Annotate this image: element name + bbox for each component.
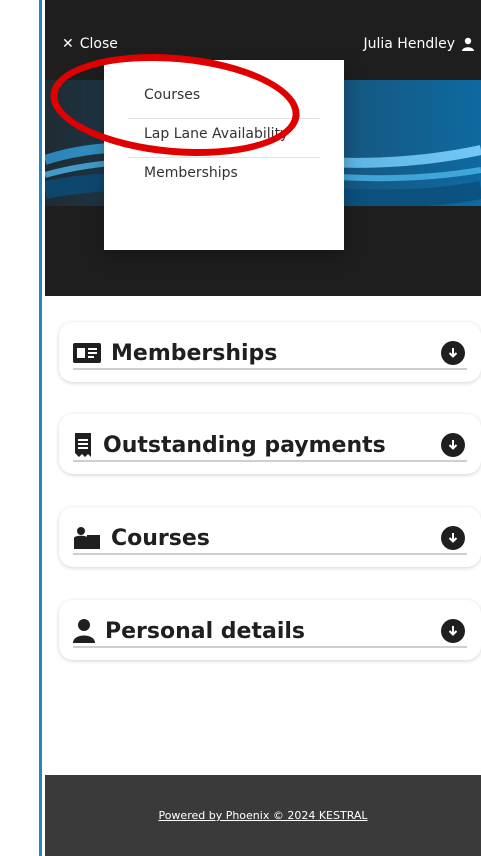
footer-powered-by-link[interactable]: Powered by Phoenix © 2024 KESTRAL bbox=[158, 809, 367, 822]
header: ✕ Close Julia Hendley Courses Lap Lane A… bbox=[45, 0, 481, 296]
memberships-card-label: Memberships bbox=[111, 340, 278, 366]
courses-card[interactable]: Courses bbox=[59, 507, 481, 567]
page-left-border bbox=[39, 0, 42, 856]
menu-item-memberships[interactable]: Memberships bbox=[128, 150, 320, 196]
outstanding-payments-card-title: Outstanding payments bbox=[73, 433, 386, 458]
memberships-card-title: Memberships bbox=[73, 341, 277, 366]
user-icon bbox=[461, 37, 475, 51]
personal-details-card-title: Personal details bbox=[73, 619, 305, 644]
id-card-icon bbox=[73, 343, 101, 363]
user-menu[interactable]: Julia Hendley bbox=[364, 36, 476, 52]
personal-details-card[interactable]: Personal details bbox=[59, 600, 481, 660]
user-name: Julia Hendley bbox=[363, 36, 456, 52]
courses-card-title: Courses bbox=[73, 526, 210, 551]
memberships-card[interactable]: Memberships bbox=[59, 322, 481, 382]
footer: Powered by Phoenix © 2024 KESTRAL bbox=[45, 775, 481, 856]
close-label: Close bbox=[79, 36, 118, 52]
personal-details-card-label: Personal details bbox=[105, 618, 306, 644]
personal-details-card-header[interactable]: Personal details bbox=[73, 616, 467, 648]
navigation-dropdown-menu: Courses Lap Lane Availability Membership… bbox=[104, 60, 344, 250]
receipt-icon bbox=[73, 433, 93, 457]
user-icon bbox=[73, 619, 95, 643]
chevron-down-icon[interactable] bbox=[441, 433, 465, 457]
courses-card-header[interactable]: Courses bbox=[73, 523, 467, 555]
outstanding-payments-card-header[interactable]: Outstanding payments bbox=[73, 430, 467, 462]
outstanding-payments-card-label: Outstanding payments bbox=[103, 432, 386, 458]
memberships-card-header[interactable]: Memberships bbox=[73, 338, 467, 370]
chevron-down-icon[interactable] bbox=[441, 341, 465, 365]
close-icon: ✕ bbox=[62, 36, 74, 52]
courses-card-label: Courses bbox=[111, 525, 210, 551]
chevron-down-icon[interactable] bbox=[441, 619, 465, 643]
outstanding-payments-card[interactable]: Outstanding payments bbox=[59, 414, 481, 474]
chevron-down-icon[interactable] bbox=[441, 526, 465, 550]
close-menu-button[interactable]: ✕ Close bbox=[62, 36, 118, 52]
teacher-icon bbox=[73, 527, 101, 549]
